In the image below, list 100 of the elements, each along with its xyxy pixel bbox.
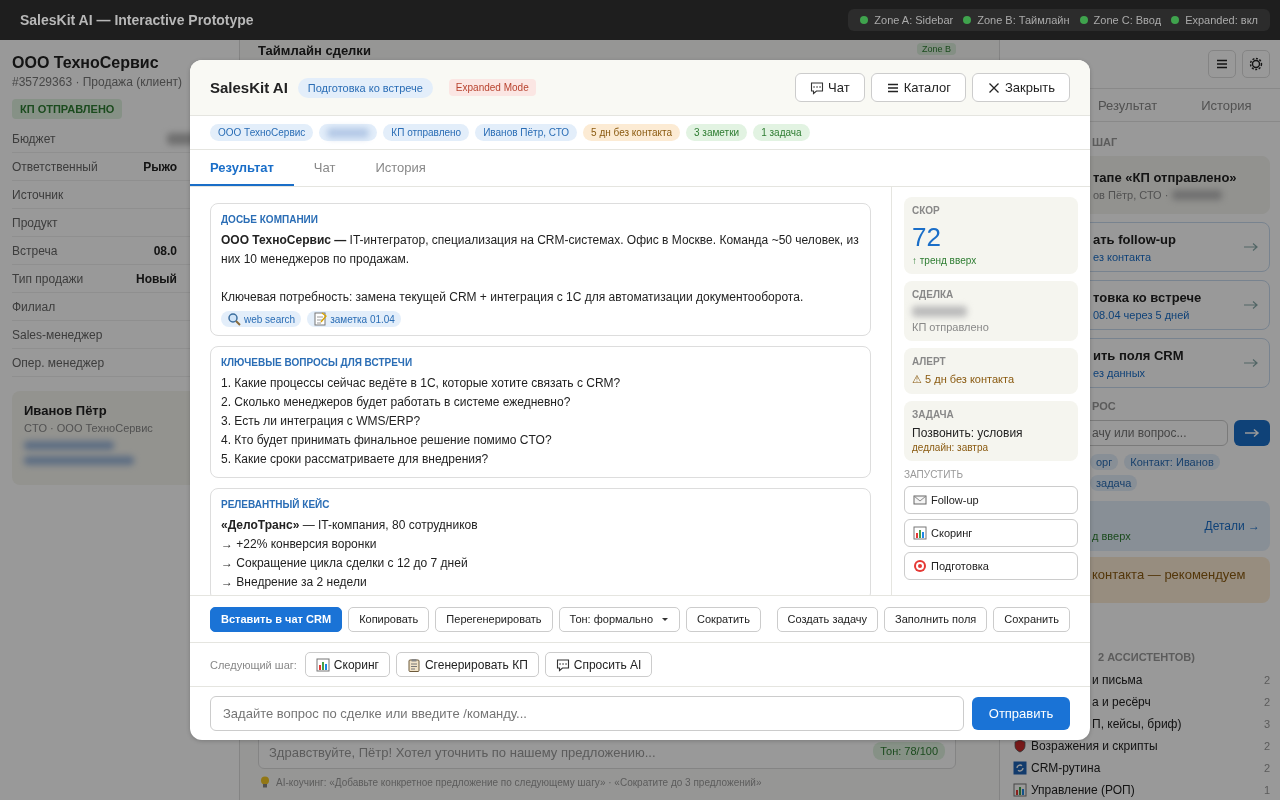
- context-chip: 3 заметки: [686, 124, 748, 141]
- launch-button[interactable]: Follow-up: [904, 486, 1078, 514]
- header-button[interactable]: Каталог: [870, 73, 966, 102]
- field-label: Бюджет: [12, 131, 56, 146]
- bar-chart-icon: [913, 526, 927, 540]
- close-icon: [986, 80, 1001, 95]
- action-button[interactable]: Сократить: [686, 606, 761, 632]
- card-subtitle: ез данных: [1093, 366, 1146, 379]
- action-button[interactable]: Копировать: [348, 606, 430, 632]
- header-button[interactable]: Чат: [795, 73, 865, 102]
- context-chip: 1 задача: [753, 124, 810, 141]
- card-subtitle: ез контакта: [1093, 250, 1152, 263]
- context-chip: Иванов Пётр, СТО: [475, 124, 578, 141]
- settings-button[interactable]: [1242, 50, 1270, 78]
- status-dot: [1171, 16, 1180, 24]
- field-value: Новый: [136, 271, 177, 286]
- shield-icon: [1013, 739, 1027, 753]
- arrow-right-icon: [1243, 300, 1259, 310]
- arrow-right-icon: [1243, 358, 1259, 368]
- menu-icon: [1215, 57, 1229, 71]
- tone-badge: Тон: 78/100: [873, 742, 945, 760]
- message-field[interactable]: Задайте вопрос по сделке или введите /команду...: [210, 696, 964, 731]
- zone-label: Expanded: вкл: [1185, 14, 1258, 26]
- count: 1: [1263, 784, 1270, 796]
- zone-label: Zone B: Таймлайн: [977, 14, 1070, 26]
- status-dot: [860, 16, 869, 24]
- card-title: тапе «КП отправлено»: [1093, 169, 1238, 185]
- card-text: 3. Есть ли интеграция с WMS/ERP?: [221, 413, 422, 430]
- stat-label: ЗАДАЧА: [912, 409, 955, 420]
- next-step-button[interactable]: Спросить AI: [544, 652, 653, 677]
- mode-badge: Подготовка ко встрече: [297, 77, 433, 98]
- card-text: 4. Кто будет принимать финальное решение помимо CTO?: [221, 432, 553, 449]
- section-label: ЗАПУСТИТЬ: [904, 469, 964, 480]
- suggestion-chip[interactable]: задача: [1090, 475, 1138, 491]
- menu-button[interactable]: [1208, 50, 1236, 78]
- action-button[interactable]: Заполнить поля: [884, 606, 988, 632]
- assistant-group-item[interactable]: CRM-рутина 2: [1013, 757, 1270, 779]
- field-label: Тип продажи: [12, 271, 84, 286]
- context-chip: 5 дн без контакта: [583, 124, 680, 141]
- deadline-text: дедлайн: завтра: [912, 442, 989, 453]
- header-button[interactable]: Закрыть: [971, 73, 1070, 102]
- action-button[interactable]: Тон: формально: [558, 606, 681, 632]
- next-step-button[interactable]: Сгенерировать КП: [395, 652, 539, 677]
- warning-text: контакта — рекомендуем: [1092, 567, 1246, 582]
- card-text: Ключевая потребность: замена текущей CRM + интеграция с 1С для автоматизации документооборота.: [221, 289, 805, 306]
- section-label: 2 АССИСТЕНТОВ): [1097, 651, 1196, 663]
- count: 2: [1263, 740, 1270, 752]
- stat-label: СКОР: [912, 205, 941, 216]
- app-title: SalesKit AI — Interactive Prototype: [20, 12, 254, 28]
- field-label: Опер. менеджер: [12, 355, 105, 370]
- card-subtitle: 08.04 через 5 дней: [1093, 308, 1190, 321]
- alert-text: ⚠ 5 дн без контакта: [912, 373, 1016, 386]
- source-chip[interactable]: заметка 01.04: [307, 311, 401, 327]
- launch-button[interactable]: Подготовка: [904, 552, 1078, 580]
- contact-name: Иванов Пётр: [24, 403, 108, 418]
- modal-tab[interactable]: Результат: [190, 150, 294, 186]
- arrow-right-icon: [1243, 242, 1259, 252]
- card-subtitle: ов Пётр, СТО ·: [1093, 188, 1169, 201]
- card-text: «ДелоТранс» — IT-компания, 80 сотрудников: [221, 517, 479, 534]
- settings-icon: [1249, 57, 1263, 71]
- refresh-icon: [1013, 761, 1027, 775]
- field-label: Ответственный: [12, 159, 98, 174]
- launch-button[interactable]: Скоринг: [904, 519, 1078, 547]
- next-step-button[interactable]: Скоринг: [304, 652, 390, 677]
- context-chip: КП отправлено: [383, 124, 470, 141]
- action-button[interactable]: Вставить в чат CRM: [210, 606, 343, 632]
- count: 2: [1263, 762, 1270, 774]
- action-button[interactable]: Сохранить: [993, 606, 1070, 632]
- status-dot: [1079, 16, 1088, 24]
- card-text: → Внедрение за 2 недели: [221, 574, 368, 591]
- modal-tab[interactable]: История: [355, 150, 446, 186]
- count: 2: [1263, 674, 1270, 686]
- field-label: Филиал: [12, 299, 56, 314]
- speech-bubble-icon: [555, 657, 570, 672]
- target-icon: [913, 559, 927, 573]
- company-name: ООО ТехноСервис: [12, 54, 160, 72]
- card-text: → +22% конверсия воронки: [221, 536, 378, 553]
- action-button[interactable]: Перегенерировать: [435, 606, 553, 632]
- trend-text: ↑ тренд вверх: [912, 255, 978, 266]
- next-step-label: Следующий шаг:: [210, 658, 297, 671]
- search-icon: [227, 312, 241, 326]
- context-chip: ООО ТехноСервис: [210, 124, 314, 141]
- card-text: 2. Сколько менеджеров будет работать в системе ежедневно?: [221, 394, 572, 411]
- lightbulb-icon: [258, 775, 272, 789]
- modal-tab[interactable]: Чат: [293, 150, 356, 186]
- action-button[interactable]: Создать задачу: [776, 606, 879, 632]
- card-text: 5. Какие сроки рассматриваете для внедрения?: [221, 451, 490, 468]
- field-value: 08.0: [153, 243, 177, 258]
- note-icon: [313, 312, 328, 326]
- assistant-group-item[interactable]: Возражения и скрипты 2: [1013, 735, 1270, 757]
- send-button[interactable]: Отправить: [972, 697, 1070, 730]
- source-chip[interactable]: web search: [221, 311, 302, 327]
- send-button[interactable]: [1234, 420, 1270, 446]
- stat-label: СДЕЛКА: [912, 289, 955, 300]
- bar-chart-icon: [1013, 783, 1027, 797]
- assistant-group-item[interactable]: Управление (РОП) 1: [1013, 779, 1270, 800]
- arrow-right-icon: [1244, 428, 1260, 438]
- expanded-mode-badge: Expanded Mode: [448, 79, 536, 96]
- score-value: 72: [912, 222, 942, 253]
- card-heading: РЕЛЕВАНТНЫЙ КЕЙС: [221, 499, 331, 510]
